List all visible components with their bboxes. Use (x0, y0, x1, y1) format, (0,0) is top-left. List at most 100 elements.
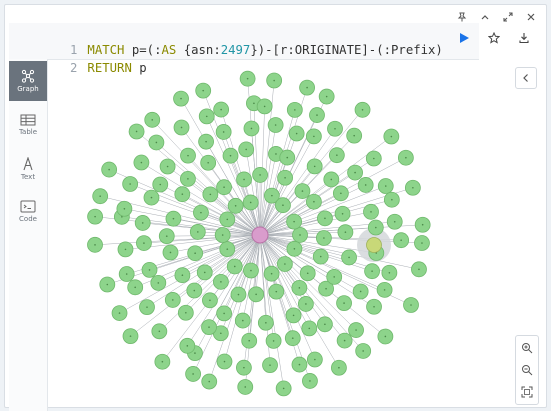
sidebar-item-label: Graph (17, 85, 39, 93)
prefix-node-dot (373, 157, 375, 160)
table-icon (20, 114, 36, 126)
prefix-node-dot (361, 108, 364, 111)
sidebar-item-label: Code (19, 214, 37, 223)
tab-table[interactable]: Table (9, 105, 47, 145)
query-editor[interactable]: 1 MATCH p=(:AS {asn:2497})-[r:ORIGINATE]-… (9, 23, 479, 75)
prefix-node-dot (187, 154, 189, 157)
fit-icon (521, 386, 533, 398)
prefix-node-dot (250, 269, 252, 272)
prefix-node-dot (313, 165, 316, 168)
prefix-node-dot (336, 154, 338, 156)
chevron-left-icon (523, 74, 528, 82)
prefix-node-dot (362, 350, 364, 352)
prefix-node-dot (270, 272, 273, 275)
collapse-panel-button[interactable] (515, 67, 537, 89)
prefix-node-dot (181, 274, 184, 276)
prefix-node-dot (319, 255, 322, 258)
prefix-node-dot (209, 193, 212, 196)
expand-icon[interactable] (501, 10, 515, 24)
prefix-node-dot (94, 215, 96, 218)
prefix-node-dot (181, 193, 184, 195)
prefix-node-dot (194, 252, 196, 255)
editor-line-1: 1 MATCH p=(:AS {asn:2497})-[r:ORIGINATE]-… (9, 23, 443, 57)
prefix-node-dot (305, 303, 307, 305)
prefix-node-dot (384, 335, 387, 338)
prefix-node-dot (373, 305, 375, 308)
prefix-node-dot (353, 134, 355, 137)
tab-graph[interactable]: Graph (9, 61, 47, 101)
close-icon[interactable] (524, 10, 538, 24)
prefix-node-dot (197, 231, 199, 233)
prefix-node-dot (243, 366, 245, 369)
editor-line-2: 2 RETURN p (9, 41, 147, 75)
zoom-out-button[interactable] (518, 361, 536, 379)
prefix-node-dot (313, 135, 315, 138)
prefix-node-dot (186, 345, 189, 347)
prefix-node-dot (295, 132, 298, 135)
selected-prefix-node[interactable] (366, 237, 382, 253)
prefix-node-dot (220, 108, 222, 111)
prefix-node-dot (284, 176, 286, 179)
tab-code[interactable]: Code (9, 191, 47, 231)
prefix-node-dot (143, 242, 145, 244)
prefix-node-dot (202, 89, 205, 92)
prefix-node-dot (243, 178, 245, 181)
view-sidebar: Graph Table Text Code (9, 59, 48, 411)
download-button[interactable] (515, 29, 533, 47)
prefix-node-dot (158, 330, 161, 333)
prefix-node-dot (259, 174, 261, 176)
prefix-node-dot (265, 321, 267, 324)
prefix-node-dot (99, 195, 101, 197)
as-node[interactable] (251, 226, 269, 244)
prefix-node-dot (134, 286, 136, 289)
graph-canvas[interactable] (48, 60, 508, 408)
prefix-node-dot (129, 183, 131, 185)
prefix-node-dot (246, 77, 249, 80)
prefix-node-dot (208, 326, 210, 328)
tab-text[interactable]: Text (9, 149, 47, 189)
prefix-node-dot (125, 273, 128, 275)
prefix-node-dot (400, 239, 402, 241)
prefix-node-dot (371, 270, 373, 272)
pin-icon[interactable] (455, 10, 469, 24)
prefix-node-dot (193, 289, 196, 292)
prefix-node-dot (273, 79, 275, 82)
minimize-icon[interactable] (478, 10, 492, 24)
prefix-node-dot (185, 311, 187, 314)
prefix-node-dot (248, 339, 251, 342)
favorite-button[interactable] (485, 29, 503, 47)
zoom-in-button[interactable] (518, 339, 536, 357)
zoom-in-icon (522, 343, 533, 354)
zoom-controls (515, 335, 539, 405)
result-frame: 1 MATCH p=(:AS {asn:2497})-[r:ORIGINATE]-… (4, 4, 547, 411)
prefix-node-dot (269, 364, 271, 366)
prefix-node-dot (209, 299, 211, 302)
prefix-node-dot (253, 102, 255, 105)
prefix-node-dot (343, 302, 345, 304)
prefix-node-dot (405, 156, 407, 159)
prefix-node-dot (226, 248, 229, 250)
prefix-node-dot (393, 220, 396, 223)
prefix-node-dot (229, 154, 232, 157)
run-button[interactable] (455, 29, 473, 47)
query-token: 2497 (220, 43, 251, 57)
prefix-node-dot (354, 171, 356, 174)
prefix-node-dot (333, 276, 336, 278)
prefix-node-dot (275, 290, 278, 293)
prefix-node-dot (108, 168, 110, 171)
prefix-node-dot (421, 223, 424, 226)
originate-edge (180, 98, 261, 236)
prefix-node-dot (301, 190, 304, 192)
as-node-circle[interactable] (251, 226, 269, 244)
prefix-node-dot (171, 299, 174, 301)
prefix-node-dot (323, 237, 325, 239)
graph-icon (21, 69, 35, 83)
fit-to-screen-button[interactable] (518, 383, 536, 401)
prefix-node-dot (140, 161, 143, 164)
prefix-node-dot (234, 204, 237, 207)
text-icon (23, 157, 33, 171)
prefix-node-dot (237, 293, 240, 296)
sidebar-item-label: Text (20, 173, 36, 181)
prefix-node-dot (150, 196, 153, 199)
prefix-node-dot (207, 161, 209, 164)
